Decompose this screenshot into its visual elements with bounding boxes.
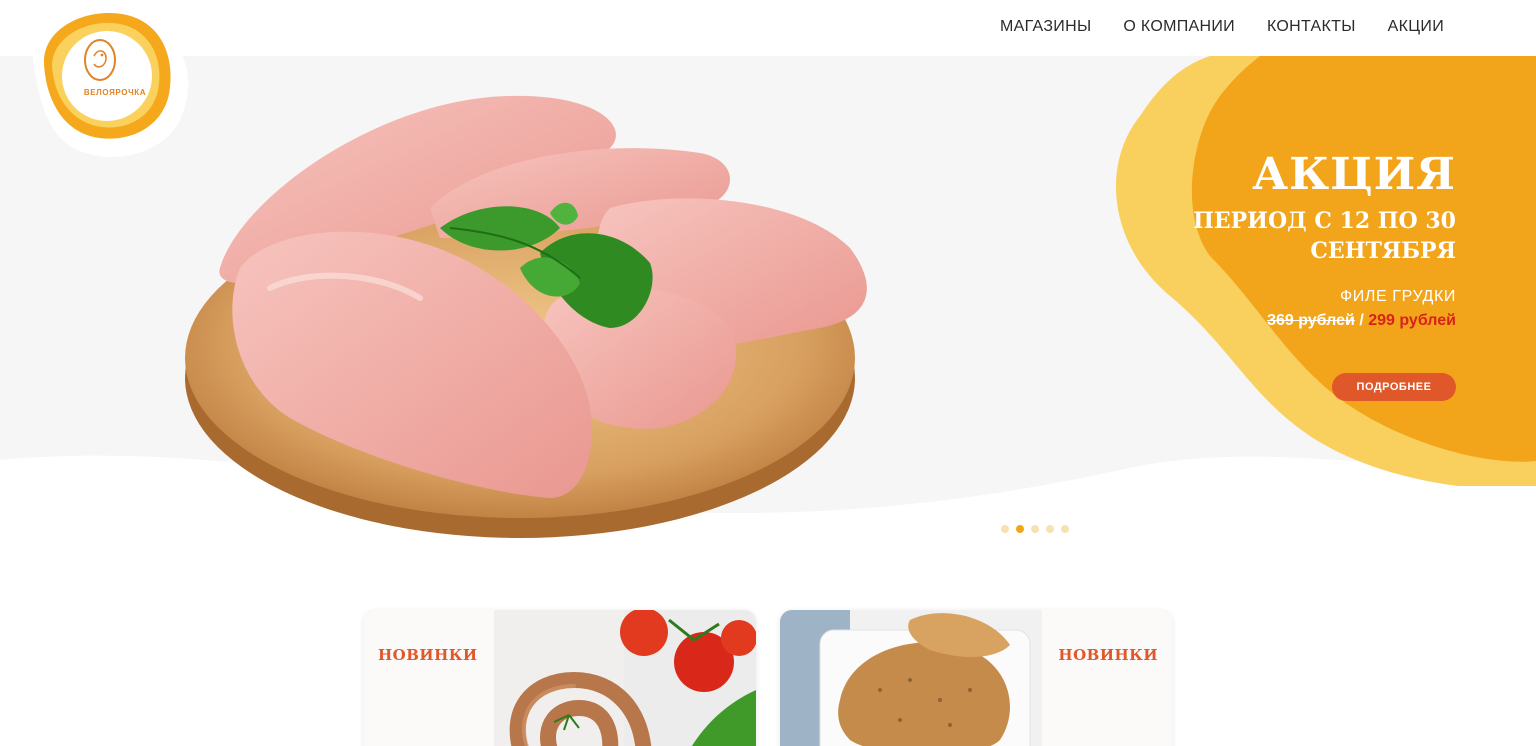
new-price: 299 рублей [1368,312,1456,329]
site-header: МАГАЗИНЫ О КОМПАНИИ КОНТАКТЫ АКЦИИ [0,0,1536,56]
nav-item-contacts[interactable]: КОНТАКТЫ [1267,18,1356,36]
chicken-egg-logo-icon [32,11,189,157]
carousel-dots [1001,525,1069,533]
carousel-dot-2[interactable] [1016,525,1024,533]
page: МАГАЗИНЫ О КОМПАНИИ КОНТАКТЫ АКЦИИ ВЕЛОЯ… [0,0,1536,746]
card-label: НОВИНКИ [1058,646,1158,664]
carousel-dot-4[interactable] [1046,525,1054,533]
category-card-new-sausages[interactable]: НОВИНКИ [364,610,756,746]
more-details-button[interactable]: ПОДРОБНЕЕ [1332,373,1456,401]
promo-period-line2: СЕНТЯБРЯ [1310,238,1456,264]
promo-prices: 369 рублей / 299 рублей [1136,312,1456,330]
category-card-new-chicken[interactable]: НОВИНКИ [780,610,1172,746]
chicken-fillet-photo [185,95,867,538]
old-price: 369 рублей [1267,312,1355,329]
roasted-chicken-photo [780,610,1042,746]
promo-period-line1: ПЕРИОД С 12 ПО 30 [1193,208,1456,234]
promo-product: ФИЛЕ ГРУДКИ [1340,288,1456,305]
carousel-dot-3[interactable] [1031,525,1039,533]
site-logo[interactable]: ВЕЛОЯРОЧКА [14,4,194,164]
promo-content: АКЦИЯ ПЕРИОД С 12 ПО 30 СЕНТЯБРЯ ФИЛЕ ГР… [1136,150,1456,330]
main-nav: МАГАЗИНЫ О КОМПАНИИ КОНТАКТЫ АКЦИИ [1000,18,1444,36]
logo-wordmark: ВЕЛОЯРОЧКА [83,88,147,97]
promo-period: ПЕРИОД С 12 ПО 30 СЕНТЯБРЯ [1136,206,1456,266]
sausage-and-tomatoes-photo [494,610,756,746]
nav-item-stores[interactable]: МАГАЗИНЫ [1000,18,1091,36]
nav-item-about[interactable]: О КОМПАНИИ [1123,18,1235,36]
card-label: НОВИНКИ [378,646,478,664]
carousel-dot-5[interactable] [1061,525,1069,533]
nav-item-promotions[interactable]: АКЦИИ [1388,18,1444,36]
carousel-dot-1[interactable] [1001,525,1009,533]
price-separator: / [1359,312,1364,329]
promo-title: АКЦИЯ [1252,149,1456,200]
